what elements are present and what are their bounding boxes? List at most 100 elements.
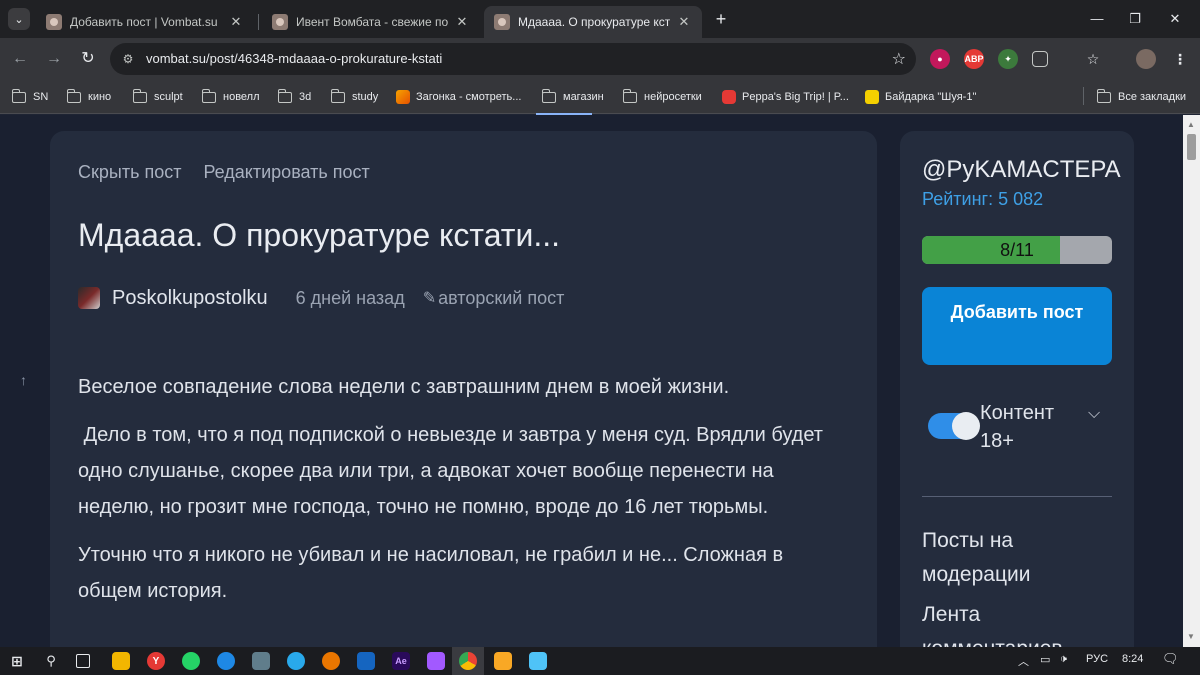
zagonka-icon bbox=[396, 90, 410, 104]
site-settings-icon[interactable]: ⚙ bbox=[120, 51, 136, 67]
search-icon[interactable]: ⚲ bbox=[42, 652, 60, 670]
close-icon[interactable]: ✕ bbox=[676, 14, 692, 30]
arrow-right-icon: → bbox=[46, 50, 62, 67]
folder-icon bbox=[277, 88, 292, 103]
profile-avatar[interactable] bbox=[1136, 49, 1156, 69]
reading-list-icon[interactable]: ☆ bbox=[1083, 49, 1103, 69]
bookmark-folder[interactable]: нейросетки bbox=[622, 88, 702, 106]
username[interactable]: @PуKAMACTEPA bbox=[922, 156, 1121, 184]
post-meta: Poskolkupostolku 6 дней назад ✎ авторски… bbox=[78, 286, 564, 310]
browser-toolbar: ← → ↻ ⚙ vombat.su/post/46348-mdaaaa-o-pr… bbox=[0, 38, 1200, 80]
windows-start-icon[interactable]: ⊞ bbox=[8, 652, 26, 670]
back-button[interactable]: ← bbox=[9, 48, 31, 70]
calculator-icon[interactable] bbox=[252, 652, 270, 670]
vombat-favicon-icon bbox=[272, 14, 288, 30]
windows-taskbar: ⊞ ⚲ Y Ae ︿ ▭ 🕩 РУС 8:24 🗨 bbox=[0, 647, 1200, 675]
page-scrollbar[interactable]: ▲ ▼ bbox=[1183, 115, 1200, 647]
folder-icon bbox=[11, 88, 26, 103]
extensions-puzzle-icon[interactable] bbox=[1032, 51, 1048, 67]
yandex-browser-icon[interactable]: Y bbox=[147, 652, 165, 670]
record-extension-icon[interactable]: ● bbox=[930, 49, 950, 69]
after-effects-icon[interactable]: Ae bbox=[392, 652, 410, 670]
bookmarks-divider bbox=[1083, 87, 1084, 105]
window-close-button[interactable]: ✕ bbox=[1160, 8, 1190, 30]
clock[interactable]: 8:24 bbox=[1122, 653, 1143, 665]
blue-app-icon[interactable] bbox=[217, 652, 235, 670]
yellow-site-icon bbox=[865, 90, 879, 104]
bookmark-folder[interactable]: SN bbox=[11, 88, 48, 106]
bookmark-folder[interactable]: sculpt bbox=[132, 88, 183, 106]
minimize-button[interactable]: — bbox=[1082, 8, 1112, 30]
bookmark-folder[interactable]: новелл bbox=[201, 88, 260, 106]
url-text[interactable]: vombat.su/post/46348-mdaaaa-o-prokuratur… bbox=[146, 51, 442, 66]
chevron-down-icon: ⌄ bbox=[14, 13, 24, 26]
scroll-to-top-button[interactable]: ↑ bbox=[20, 372, 27, 388]
network-icon[interactable]: ▭ bbox=[1040, 653, 1050, 666]
tab-search-button[interactable]: ⌄ bbox=[8, 8, 30, 30]
telegram-icon[interactable] bbox=[287, 652, 305, 670]
close-icon[interactable]: ✕ bbox=[454, 14, 470, 30]
bookmark-folder[interactable]: 3d bbox=[277, 88, 311, 106]
arrow-left-icon: ← bbox=[12, 50, 28, 67]
bookmarks-bar: SN кино sculpt новелл 3d study Загонка -… bbox=[0, 80, 1200, 114]
post-paragraph: Уточню что я никого не убивал и не насил… bbox=[78, 544, 789, 602]
progress-text: 8/11 bbox=[1000, 240, 1034, 260]
forward-button[interactable]: → bbox=[43, 48, 65, 70]
address-bar[interactable]: ⚙ vombat.su/post/46348-mdaaaa-o-prokurat… bbox=[110, 43, 916, 75]
file-explorer-icon[interactable] bbox=[112, 652, 130, 670]
tab-vombat-event[interactable]: Ивент Вомбата - свежие посты ✕ bbox=[262, 6, 480, 38]
chrome-icon[interactable] bbox=[459, 652, 477, 670]
tray-expand-icon[interactable]: ︿ bbox=[1018, 653, 1029, 669]
bookmark-link[interactable]: Байдарка "Шуя-1" bbox=[865, 88, 976, 106]
folder-icon bbox=[132, 88, 147, 103]
scroll-up-icon[interactable]: ▲ bbox=[1187, 120, 1195, 129]
post-title: Мдаааа. О прокуратуре кстати... bbox=[78, 217, 560, 253]
bookmark-folder[interactable]: study bbox=[330, 88, 378, 106]
toggle-label: Контент 18+ bbox=[980, 402, 1055, 452]
browser-menu-icon[interactable]: ⋮ bbox=[1170, 49, 1190, 69]
whatsapp-icon[interactable] bbox=[182, 652, 200, 670]
scroll-down-icon[interactable]: ▼ bbox=[1187, 632, 1195, 641]
sidebar-divider bbox=[922, 496, 1112, 497]
bookmark-link[interactable]: Загонка - смотреть... bbox=[396, 88, 521, 106]
chevron-down-icon[interactable]: ⌵ bbox=[1088, 405, 1100, 423]
author-name-link[interactable]: Poskolkupostolku bbox=[112, 287, 268, 310]
figma-icon[interactable] bbox=[427, 652, 445, 670]
bookmark-folder[interactable]: магазин bbox=[541, 88, 604, 106]
bookmark-folder[interactable]: кино bbox=[66, 88, 111, 106]
notifications-icon[interactable]: 🗨 bbox=[1162, 651, 1179, 667]
color-extension-icon[interactable]: ✦ bbox=[998, 49, 1018, 69]
volume-icon[interactable]: 🕩 bbox=[1060, 653, 1067, 666]
hide-post-link[interactable]: Скрыть пост bbox=[78, 162, 181, 183]
notes-app-icon[interactable] bbox=[529, 652, 547, 670]
author-avatar[interactable] bbox=[78, 287, 100, 309]
task-view-icon[interactable] bbox=[76, 654, 90, 668]
restore-button[interactable]: ❐ bbox=[1120, 8, 1150, 30]
bookmark-star-icon[interactable]: ☆ bbox=[892, 49, 906, 69]
bookmark-link[interactable]: Peppa's Big Trip! | P... bbox=[722, 88, 849, 106]
tab-title: Ивент Вомбата - свежие посты bbox=[296, 15, 448, 29]
adult-content-toggle[interactable] bbox=[928, 412, 980, 440]
scrollbar-thumb[interactable] bbox=[1187, 134, 1196, 160]
tab-add-post[interactable]: Добавить пост | Vombat.su ✕ bbox=[36, 6, 254, 38]
bolt-app-icon[interactable] bbox=[494, 652, 512, 670]
post-paragraph: Веселое совпадение слова недели с завтра… bbox=[78, 376, 730, 398]
edit-post-link[interactable]: Редактировать пост bbox=[203, 162, 369, 183]
close-icon[interactable]: ✕ bbox=[228, 14, 244, 30]
moderation-posts-link[interactable]: Посты на модерации bbox=[922, 524, 1122, 592]
new-tab-button[interactable]: + bbox=[710, 8, 732, 30]
comments-feed-link[interactable]: Лента комментариев bbox=[922, 598, 1122, 647]
reload-button[interactable]: ↻ bbox=[77, 48, 99, 70]
add-post-button[interactable]: Добавить пост bbox=[922, 287, 1112, 365]
adblock-extension-icon[interactable]: ABP bbox=[964, 49, 984, 69]
tab-current-post[interactable]: Мдаааа. О прокуратуре кстати ✕ bbox=[484, 6, 702, 38]
blender-icon[interactable] bbox=[322, 652, 340, 670]
user-rating: Рейтинг: 5 082 bbox=[922, 189, 1044, 209]
blue-square-app-icon[interactable] bbox=[357, 652, 375, 670]
tab-title: Добавить пост | Vombat.su bbox=[70, 15, 218, 29]
all-bookmarks-folder[interactable]: Все закладки bbox=[1096, 88, 1186, 106]
language-indicator[interactable]: РУС bbox=[1086, 653, 1108, 665]
folder-icon bbox=[1096, 88, 1111, 103]
browser-tab-bar: ⌄ Добавить пост | Vombat.su ✕ Ивент Вомб… bbox=[0, 0, 1200, 38]
folder-icon bbox=[201, 88, 216, 103]
